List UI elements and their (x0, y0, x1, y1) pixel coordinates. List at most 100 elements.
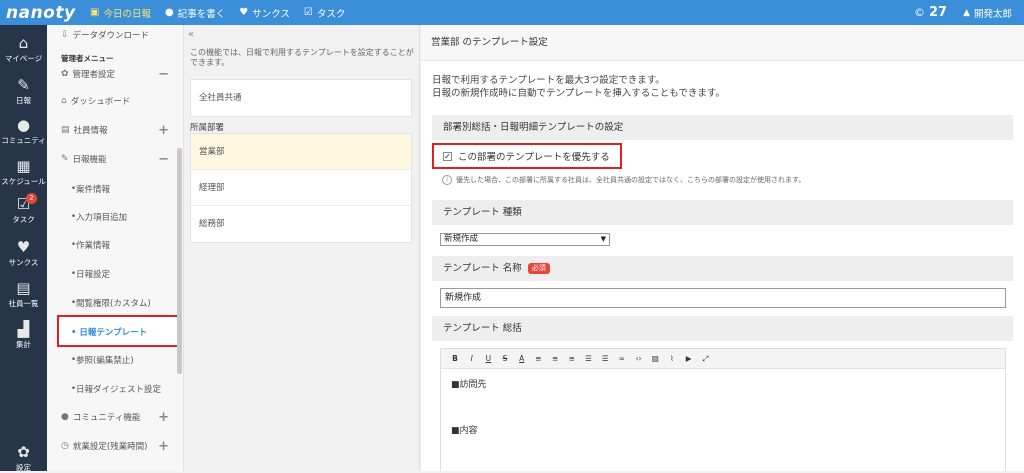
home-icon: ⌂ (18, 34, 29, 52)
menu-community-feature[interactable]: ● コミュニティ機能 + (47, 410, 177, 425)
link-icon[interactable]: ∞ (614, 354, 630, 363)
code-icon[interactable]: ‹› (631, 354, 647, 363)
nav-employees[interactable]: ▤ 社員一覧 (0, 279, 47, 309)
department-card: 営業部 経理部 総務部 (190, 133, 412, 243)
menu-item-digest-settings[interactable]: • 日報ダイジェスト設定 (47, 383, 177, 395)
points-display[interactable]: © 27 (914, 5, 947, 20)
department-item-general-affairs[interactable]: 総務部 (191, 206, 411, 242)
top-nav-write-article[interactable]: ● 記事を書く (165, 6, 225, 20)
menu-item-view-permission[interactable]: • 閲覧権限(カスタム) (47, 297, 177, 309)
menu-work-settings[interactable]: ◷ 就業設定(残業時間) + (47, 439, 177, 454)
calendar-grid-icon: ▦ (16, 157, 31, 175)
gear-icon: ✿ (17, 443, 30, 461)
ordered-list-icon[interactable]: ☰ (581, 354, 597, 363)
template-type-select[interactable]: 新規作成 ▼ (440, 233, 610, 246)
editor-line: ■内容 (451, 426, 478, 436)
user-menu[interactable]: ▲ 開発太郎 (963, 6, 1012, 20)
community-icon: ● (16, 116, 31, 134)
menu-item-report-template[interactable]: • 日報テンプレート (57, 315, 179, 347)
top-bar: nanoty ▣ 今日の日報 ● 記事を書く ♥ サンクス ☑ タスク © 27 ▲ 開発太… (0, 0, 1024, 25)
checkbox-icon: ☑ (303, 7, 313, 18)
item-all-employees[interactable]: 全社員共通 (191, 80, 411, 116)
editor-content[interactable]: ■訪問先 ■内容 (441, 369, 1005, 437)
bold-icon[interactable]: B (447, 354, 463, 363)
nav-settings[interactable]: ✿ 設定 (0, 443, 47, 473)
video-icon[interactable]: ▶ (681, 354, 697, 363)
section-template-type: テンプレート 種類 (432, 200, 1013, 225)
template-name-input[interactable]: 新規作成 (440, 288, 1006, 308)
top-nav-today-report[interactable]: ▣ 今日の日報 (90, 6, 151, 20)
panel-description: この機能では、日報で利用するテンプレートを設定することができます。 (190, 48, 414, 67)
font-color-icon[interactable]: A (514, 354, 530, 363)
nav-mypage[interactable]: ⌂ マイページ (0, 34, 47, 64)
menu-scrollbar[interactable] (177, 148, 182, 374)
collapse-icon[interactable]: − (158, 152, 169, 167)
page-title: 営業部 のテンプレート設定 (421, 25, 1024, 61)
nav-report[interactable]: ✎ 日報 (0, 76, 47, 106)
department-item-sales[interactable]: 営業部 (191, 134, 411, 170)
menu-item-add-input[interactable]: • 入力項目追加 (47, 211, 177, 223)
expand-icon[interactable]: + (158, 123, 169, 138)
expand-icon[interactable]: + (158, 439, 169, 454)
editor-line: ■訪問先 (451, 380, 487, 390)
align-right-icon[interactable]: ≡ (564, 354, 580, 363)
community-icon: ● (61, 412, 69, 422)
department-list-panel: « この機能では、日報で利用するテンプレートを設定することができます。 全社員共… (184, 25, 420, 471)
align-left-icon[interactable]: ≡ (530, 354, 546, 363)
collapse-panel-icon[interactable]: « (188, 29, 194, 40)
menu-data-download[interactable]: ⇩ データダウンロード (47, 29, 177, 41)
menu-item-work-info[interactable]: • 作業情報 (47, 239, 177, 251)
id-card-icon: ▤ (16, 279, 31, 297)
nav-thanks[interactable]: ♥ サンクス (0, 238, 47, 268)
menu-dashboard[interactable]: ⌂ ダッシュボード (47, 95, 177, 107)
coin-icon: © (913, 6, 925, 19)
department-group-label: 所属部署 (190, 123, 225, 133)
priority-checkbox[interactable]: ✓ (443, 151, 452, 161)
priority-note: i 優先した場合、この部署に所属する社員は、全社員共通の設定ではなく、こちらの部… (442, 175, 805, 185)
nav-task[interactable]: ☑ 2 タスク (0, 193, 47, 225)
underline-icon[interactable]: U (480, 354, 496, 363)
attachment-icon[interactable]: ⌇ (664, 354, 680, 363)
report-icon: ✎ (17, 76, 30, 94)
report-icon: ✎ (61, 154, 69, 164)
summary-editor: B I U S A ≡ ≡ ≡ ☰ ☰ ∞ ‹› ▨ ⌇ ▶ ⤢ ■訪問先 ■内… (440, 348, 1006, 471)
top-nav-thanks[interactable]: ♥ サンクス (239, 6, 290, 20)
bar-chart-icon: ▟ (17, 320, 30, 338)
section-department-template: 部署別総括・日報明細テンプレートの設定 (432, 115, 1013, 140)
intro-text: 日報で利用するテンプレートを最大3つ設定できます。 日報の新規作成時に自動でテン… (432, 75, 725, 99)
strikethrough-icon[interactable]: S (497, 354, 513, 363)
priority-checkbox-row[interactable]: ✓ この部署のテンプレートを優先する (432, 143, 622, 169)
admin-menu-heading: 管理者メニュー (61, 54, 114, 63)
fullscreen-icon[interactable]: ⤢ (697, 354, 713, 364)
menu-item-reference[interactable]: • 参照(編集禁止) (47, 354, 177, 366)
menu-admin-settings[interactable]: ✿ 管理者設定 − (47, 67, 177, 82)
menu-report-feature[interactable]: ✎ 日報機能 − (47, 152, 177, 167)
collapse-icon[interactable]: − (158, 67, 169, 82)
priority-checkbox-label: この部署のテンプレートを優先する (458, 152, 610, 163)
menu-employee-info[interactable]: ▤ 社員情報 + (47, 123, 177, 138)
expand-icon[interactable]: + (158, 410, 169, 425)
calendar-icon: ▣ (90, 7, 100, 18)
italic-icon[interactable]: I (464, 354, 480, 363)
id-card-icon: ▤ (61, 125, 70, 135)
section-template-summary: テンプレート 総括 (432, 316, 1013, 341)
chat-icon: ● (164, 7, 174, 18)
section-template-name: テンプレート 名称 必須 (432, 256, 1013, 281)
logo[interactable]: nanoty (0, 3, 75, 23)
top-nav-task[interactable]: ☑ タスク (304, 6, 345, 20)
nav-schedule[interactable]: ▦ スケジュール (0, 157, 47, 187)
required-badge: 必須 (527, 263, 550, 274)
user-icon: ▲ (963, 7, 970, 18)
unordered-list-icon[interactable]: ☰ (597, 354, 613, 363)
nav-community[interactable]: ● コミュニティ (0, 116, 47, 146)
image-icon[interactable]: ▨ (647, 354, 663, 363)
template-settings-panel: 営業部 のテンプレート設定 日報で利用するテンプレートを最大3つ設定できます。 … (421, 25, 1024, 471)
task-icon: ☑ (16, 195, 31, 213)
info-icon: i (442, 175, 452, 185)
department-item-accounting[interactable]: 経理部 (191, 170, 411, 206)
nav-stats[interactable]: ▟ 集計 (0, 320, 47, 350)
top-nav: ▣ 今日の日報 ● 記事を書く ♥ サンクス ☑ タスク (90, 6, 359, 20)
align-center-icon[interactable]: ≡ (547, 354, 563, 363)
menu-item-project-info[interactable]: • 案件情報 (47, 183, 177, 195)
menu-item-report-settings[interactable]: • 日報設定 (47, 268, 177, 280)
